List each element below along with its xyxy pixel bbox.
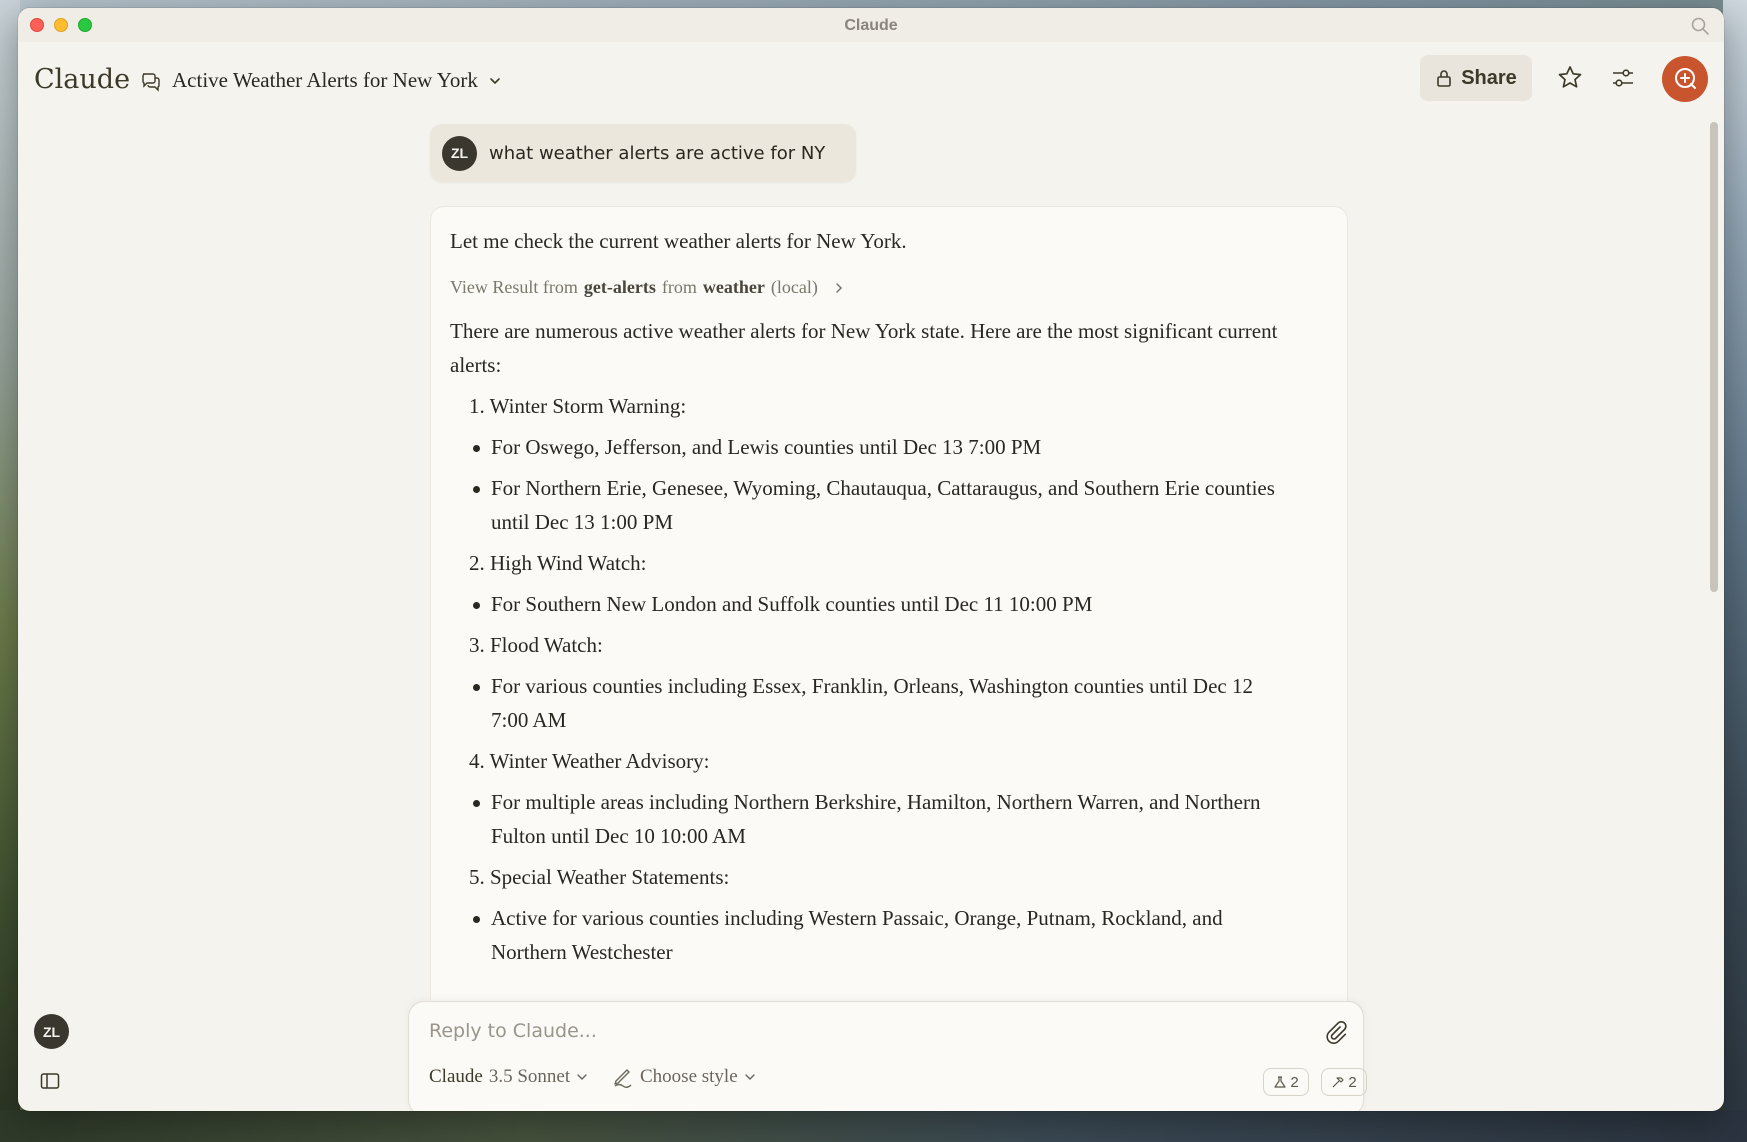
tool-result-link[interactable]: View Result from get-alerts from weather…	[450, 277, 1327, 298]
chevron-down-icon	[577, 1074, 587, 1080]
chevron-right-icon	[836, 282, 842, 293]
alert-heading: 4. Winter Weather Advisory:	[469, 749, 710, 773]
tool-result-prefix: View Result from	[450, 277, 578, 297]
user-message: ZL what weather alerts are active for NY	[430, 124, 856, 182]
conversation-title: Active Weather Alerts for New York	[172, 68, 478, 92]
paperclip-icon[interactable]	[1323, 1018, 1347, 1046]
tools-count-button[interactable]: 2	[1263, 1068, 1309, 1096]
alert-item: For Northern Erie, Genesee, Wyoming, Cha…	[450, 471, 1290, 539]
lock-icon	[1437, 70, 1452, 87]
new-chat-button[interactable]	[1662, 56, 1708, 102]
title-bar: Claude	[18, 8, 1724, 42]
user-message-text: what weather alerts are active for NY	[489, 142, 826, 164]
style-selector[interactable]: Choose style	[612, 1066, 756, 1088]
assistant-message: Let me check the current weather alerts …	[430, 206, 1348, 1111]
alert-heading: 3. Flood Watch:	[469, 633, 603, 657]
desktop-wallpaper-right	[1723, 0, 1747, 1142]
search-icon[interactable]	[1690, 16, 1710, 36]
reply-composer: Claude 3.5 Sonnet Choose style 2	[408, 1001, 1367, 1111]
integrations-count-button[interactable]: 2	[1321, 1068, 1367, 1096]
star-icon[interactable]	[1556, 64, 1584, 92]
assistant-intro: Let me check the current weather alerts …	[450, 229, 907, 253]
integrations-count: 2	[1348, 1073, 1357, 1091]
app-header: Claude Active Weather Alerts for New Yor…	[18, 42, 1724, 118]
tool-server-name: weather	[702, 277, 765, 297]
alert-item: For various counties including Essex, Fr…	[450, 669, 1290, 737]
flask-icon	[1274, 1076, 1286, 1088]
pen-icon	[614, 1069, 632, 1088]
style-label: Choose style	[640, 1066, 738, 1087]
desktop-wallpaper-bottom	[0, 1110, 1747, 1142]
desktop-wallpaper-left	[0, 0, 20, 1142]
sliders-icon[interactable]	[1609, 64, 1637, 92]
alert-item: Active for various counties including We…	[450, 901, 1290, 969]
alert-item: For multiple areas including Northern Be…	[450, 785, 1290, 853]
model-version: 3.5 Sonnet	[488, 1066, 571, 1087]
alert-item: For Oswego, Jefferson, and Lewis countie…	[450, 430, 1290, 464]
hammer-icon	[1332, 1077, 1344, 1088]
scrollbar-thumb[interactable]	[1710, 122, 1718, 592]
conversation-title-dropdown[interactable]: Active Weather Alerts for New York	[140, 68, 502, 93]
tool-name: get-alerts	[583, 277, 656, 297]
user-avatar: ZL	[442, 135, 477, 171]
alert-heading: 1. Winter Storm Warning:	[469, 394, 687, 418]
alert-list: 1. Winter Storm Warning: For Oswego, Jef…	[450, 389, 1327, 969]
model-name: Claude	[429, 1066, 483, 1087]
assistant-summary: There are numerous active weather alerts…	[450, 319, 1278, 377]
tool-result-mid: from	[661, 277, 697, 297]
alert-heading: 5. Special Weather Statements:	[469, 865, 730, 889]
tool-result-suffix: (local)	[770, 277, 818, 297]
chevron-down-icon	[744, 1074, 755, 1080]
chevron-down-icon	[490, 77, 500, 84]
account-avatar[interactable]: ZL	[34, 1014, 69, 1049]
new-chat-icon	[1675, 68, 1696, 89]
tools-count: 2	[1290, 1073, 1299, 1091]
app-window: Claude Claude Active Weather Alerts for …	[18, 8, 1724, 1111]
reply-input[interactable]	[429, 1020, 1289, 1042]
alert-item: For Southern New London and Suffolk coun…	[450, 587, 1290, 621]
conversation-scrollbar[interactable]	[1708, 108, 1720, 1108]
chat-bubbles-icon	[142, 72, 160, 92]
sidebar-toggle-icon[interactable]	[40, 1072, 60, 1090]
share-button[interactable]: Share	[1420, 55, 1532, 101]
alert-heading: 2. High Wind Watch:	[469, 551, 647, 575]
app-logo[interactable]: Claude	[34, 64, 130, 95]
window-title: Claude	[844, 17, 898, 34]
model-selector[interactable]: Claude 3.5 Sonnet	[429, 1066, 588, 1088]
share-label: Share	[1461, 66, 1517, 89]
